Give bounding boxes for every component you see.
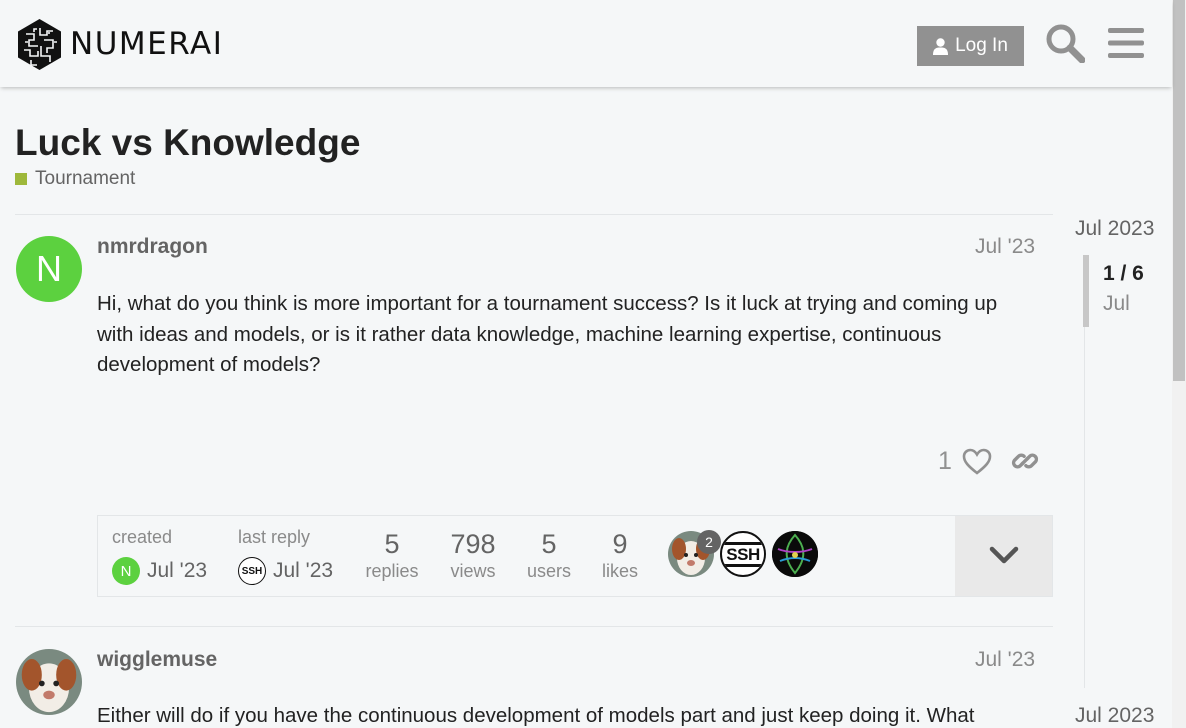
link-icon: [1011, 453, 1039, 469]
created-label: created: [112, 527, 173, 547]
site-header: NUMERAI Log In: [0, 0, 1172, 87]
last-reply-avatar-text: SSH: [241, 565, 263, 577]
hamburger-menu-button[interactable]: [1105, 22, 1147, 64]
participant-avatar-abstract[interactable]: [772, 531, 818, 577]
expand-summary-button[interactable]: [955, 516, 1052, 596]
brand-name: NUMERAI: [70, 26, 224, 62]
log-in-button[interactable]: Log In: [917, 26, 1024, 66]
post-divider: [15, 626, 1053, 627]
views-label: views: [450, 561, 496, 581]
participant-post-count-badge: 2: [697, 530, 721, 554]
heart-icon: [962, 448, 992, 475]
post-date[interactable]: Jul '23: [975, 235, 1035, 259]
log-in-label: Log In: [955, 35, 1008, 56]
post-body: Either will do if you have the continuou…: [97, 704, 975, 727]
abstract-avatar-image: [772, 531, 818, 577]
post-author-username[interactable]: nmrdragon: [97, 235, 208, 259]
timeline-start-date[interactable]: Jul 2023: [1075, 217, 1154, 241]
replies-count: 5: [384, 529, 400, 559]
timeline-position-date: Jul: [1103, 292, 1130, 315]
post-author-avatar-wigglemuse[interactable]: [16, 649, 82, 715]
like-button[interactable]: [960, 444, 994, 478]
like-count[interactable]: 1: [938, 447, 952, 476]
last-reply-avatar[interactable]: SSH: [238, 557, 266, 585]
share-link-button[interactable]: [1008, 444, 1042, 478]
category-label: Tournament: [35, 168, 136, 189]
created-avatar-letter: N: [120, 562, 132, 580]
ssh-stripe-bottom: [722, 564, 764, 567]
created-avatar[interactable]: N: [112, 557, 140, 585]
replies-label: replies: [365, 561, 419, 581]
site-logo[interactable]: NUMERAI: [16, 18, 223, 71]
likes-label: likes: [601, 561, 638, 581]
timeline-end-date[interactable]: Jul 2023: [1075, 704, 1154, 728]
dog-avatar-image: [16, 649, 82, 715]
topic-title[interactable]: Luck vs Knowledge: [15, 122, 360, 164]
post-body: Hi, what do you think is more important …: [97, 292, 998, 376]
views-count: 798: [450, 529, 496, 559]
page-scrollbar-thumb[interactable]: [1173, 0, 1185, 381]
post-date[interactable]: Jul '23: [975, 648, 1035, 672]
created-date[interactable]: Jul '23: [147, 559, 207, 583]
numerai-logo-icon: [18, 19, 61, 70]
topic-divider: [15, 214, 1053, 215]
chevron-down-icon: [989, 546, 1018, 564]
post-author-avatar[interactable]: N: [16, 236, 82, 302]
avatar-letter: N: [36, 248, 62, 289]
post-author-username[interactable]: wigglemuse: [97, 648, 217, 672]
category-color-swatch: [15, 173, 27, 185]
last-reply-label: last reply: [238, 527, 311, 547]
user-icon: [933, 37, 949, 55]
timeline-position: 1 / 6: [1103, 262, 1144, 285]
participant-avatar-ssh[interactable]: SSH: [720, 531, 766, 577]
last-reply-date[interactable]: Jul '23: [273, 559, 333, 583]
users-label: users: [526, 561, 571, 581]
search-icon: [1046, 24, 1085, 63]
search-button[interactable]: [1044, 22, 1086, 64]
likes-count: 9: [612, 529, 628, 559]
timeline-scroll-handle[interactable]: [1083, 255, 1089, 327]
category-badge[interactable]: Tournament: [15, 168, 135, 190]
ssh-avatar-text: SSH: [726, 545, 760, 564]
users-count: 5: [541, 529, 557, 559]
hamburger-menu-icon: [1108, 28, 1144, 58]
